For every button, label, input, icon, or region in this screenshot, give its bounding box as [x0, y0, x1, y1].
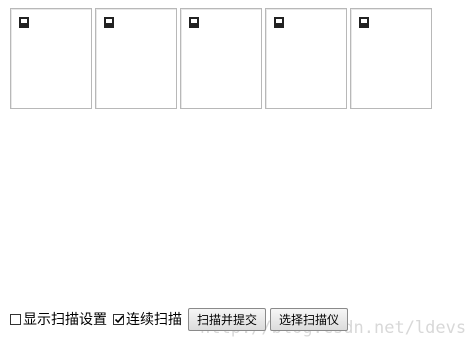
page-thumbnail[interactable] — [10, 8, 92, 109]
checkbox-checked-icon[interactable] — [113, 313, 124, 325]
document-icon — [189, 17, 199, 28]
page-thumbnail[interactable] — [350, 8, 432, 109]
document-icon — [274, 17, 284, 28]
scan-controls: 显示扫描设置 连续扫描 扫描并提交 选择扫描仪 — [10, 307, 352, 331]
page-thumbnail[interactable] — [95, 8, 177, 109]
document-icon — [19, 17, 29, 28]
page-thumbnail[interactable] — [265, 8, 347, 109]
checkbox-unchecked-icon[interactable] — [10, 313, 21, 325]
thumbnail-strip — [10, 8, 432, 109]
continuous-scan-label: 连续扫描 — [126, 312, 182, 328]
show-settings-checkbox[interactable]: 显示扫描设置 — [10, 309, 107, 329]
document-icon — [104, 17, 114, 28]
scan-and-submit-button[interactable]: 扫描并提交 — [188, 307, 267, 331]
page-thumbnail[interactable] — [180, 8, 262, 109]
scanner-page: http://blog.csdn.net/ldevs 显示扫描设置 连续扫描 扫… — [0, 0, 472, 352]
continuous-scan-checkbox[interactable]: 连续扫描 — [113, 309, 182, 329]
show-settings-label: 显示扫描设置 — [23, 312, 107, 328]
document-icon — [359, 17, 369, 28]
select-scanner-button[interactable]: 选择扫描仪 — [270, 307, 349, 331]
